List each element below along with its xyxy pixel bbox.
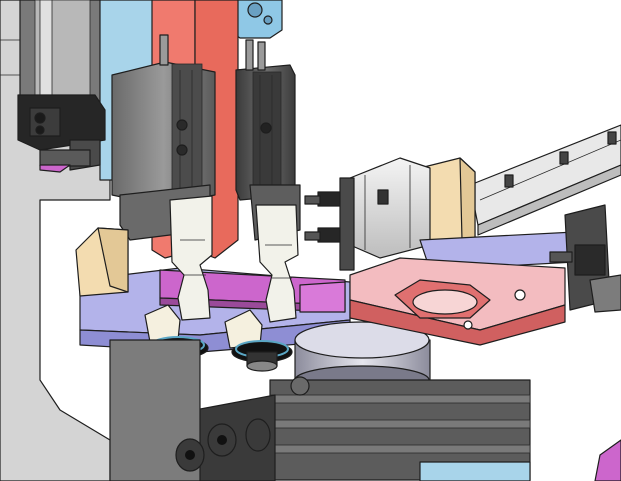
cad-scene (0, 0, 621, 481)
